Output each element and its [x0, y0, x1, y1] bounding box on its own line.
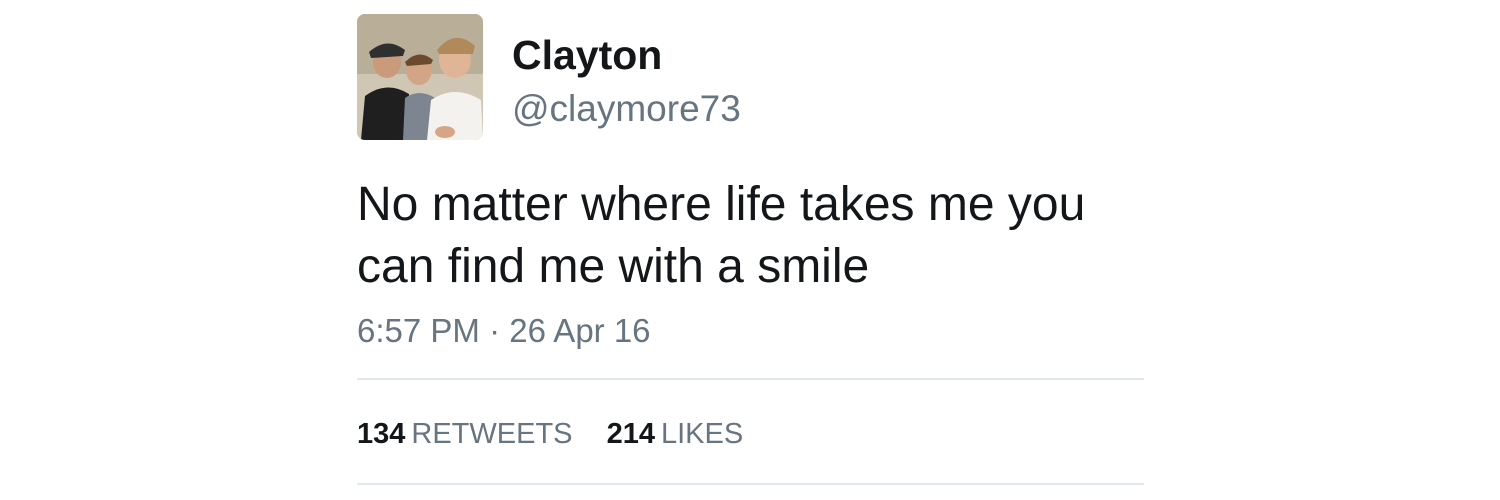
retweets-count: 134 — [357, 418, 406, 450]
retweets-stat[interactable]: 134 RETWEETS — [357, 416, 573, 452]
engagement-stats: 134 RETWEETS 214 LIKES — [357, 416, 769, 452]
likes-count: 214 — [606, 418, 655, 450]
tweet-page: Clayton @claymore73 No matter where life… — [0, 0, 1500, 500]
tweet-time: 6:57 PM — [357, 312, 480, 349]
author-name[interactable]: Clayton — [512, 33, 662, 77]
timestamp-separator: · — [489, 312, 501, 349]
retweets-label: RETWEETS — [411, 418, 573, 450]
profile-photo-icon — [357, 14, 483, 140]
likes-stat[interactable]: 214 LIKES — [607, 416, 744, 452]
tweet-text: No matter where life takes me you can fi… — [357, 178, 1086, 293]
likes-label: LIKES — [660, 418, 744, 450]
divider — [357, 483, 1144, 485]
tweet-timestamp[interactable]: 6:57 PM · 26 Apr 16 — [357, 311, 651, 351]
author-handle[interactable]: @claymore73 — [512, 88, 741, 130]
divider — [357, 378, 1144, 380]
tweet-date: 26 Apr 16 — [509, 312, 651, 349]
avatar[interactable] — [357, 14, 483, 140]
